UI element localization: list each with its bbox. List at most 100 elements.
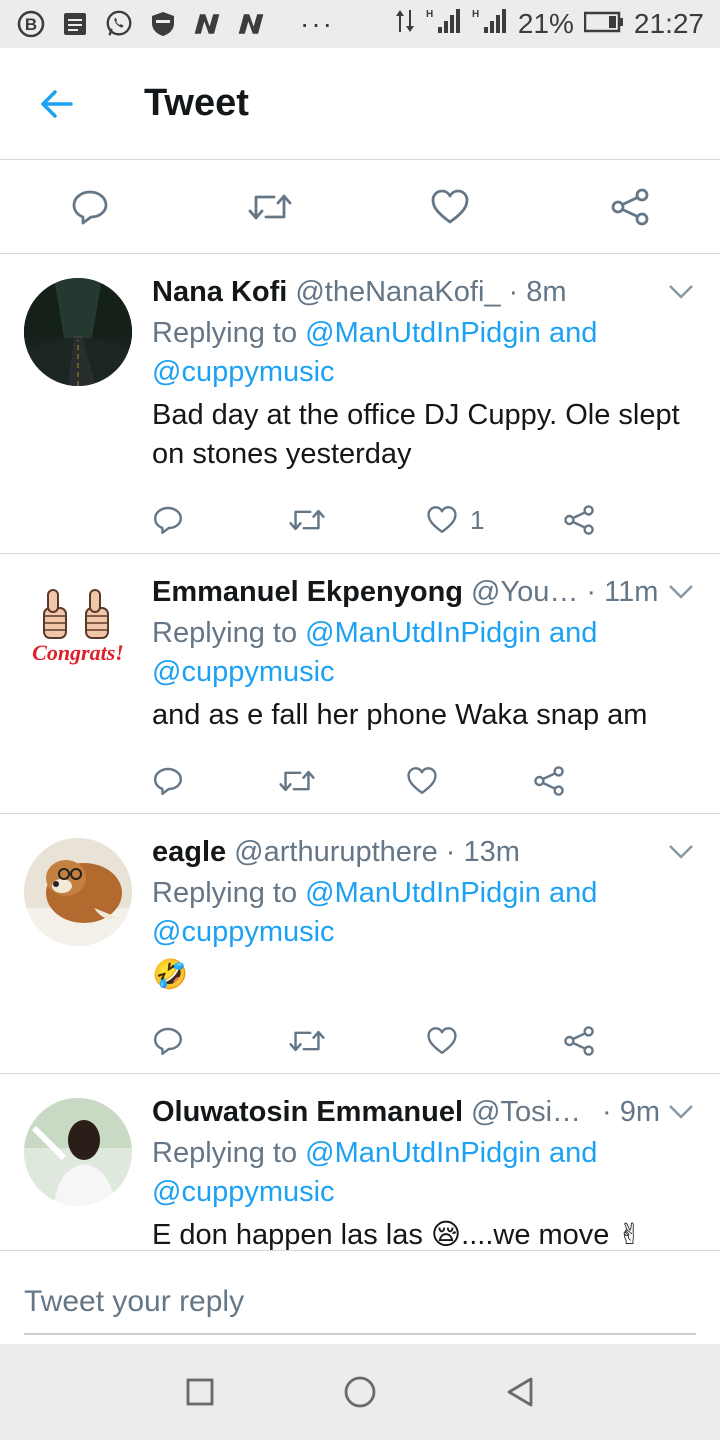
- arrow-left-icon: [41, 89, 73, 118]
- share-icon: [534, 766, 564, 796]
- clock: 21:27: [633, 8, 704, 39]
- tweet-time: · 11m: [586, 575, 659, 608]
- status-bar: B ··· H H 21% 21:27: [0, 0, 720, 48]
- svg-text:H: H: [472, 9, 479, 20]
- reply-tweet[interactable]: eagle @arthurupthere · 13m Replying to @…: [0, 814, 720, 1074]
- reply-composer: [0, 1250, 720, 1344]
- heart-icon: [407, 767, 437, 795]
- replying-to: Replying to @ManUtdInPidgin and @cuppymu…: [152, 614, 660, 692]
- share-icon: [611, 188, 649, 225]
- reply-tweet[interactable]: Nana Kofi @theNanaKofi_ · 8m Replying to…: [0, 254, 720, 554]
- tweet-time: · 8m: [508, 275, 567, 308]
- system-nav-bar: [0, 1344, 720, 1440]
- reply-button[interactable]: [0, 160, 180, 254]
- author-handle: @arthurupthere: [234, 835, 438, 868]
- share-button[interactable]: [563, 1025, 700, 1057]
- share-button[interactable]: [540, 160, 720, 254]
- top-bar: Tweet: [0, 48, 720, 160]
- author-handle: @Tosin…: [471, 1095, 594, 1128]
- battery-icon: [583, 8, 624, 40]
- retweet-icon: [289, 509, 325, 531]
- replying-prefix: Replying to: [152, 617, 298, 649]
- avatar[interactable]: [24, 1098, 132, 1206]
- page-title: Tweet: [144, 82, 249, 124]
- author-name: eagle: [152, 835, 227, 868]
- reply-tweet[interactable]: Oluwatosin Emmanuel @Tosin… · 9m Replyin…: [0, 1074, 720, 1250]
- replying-to: Replying to @ManUtdInPidgin and @cuppymu…: [152, 1134, 660, 1212]
- reply-icon: [154, 1027, 182, 1055]
- chevron-down-icon[interactable]: [668, 284, 694, 305]
- whatsapp-icon: [104, 9, 134, 39]
- retweet-icon: [289, 1030, 325, 1052]
- reply-icon: [154, 767, 182, 795]
- tweet-text: E don happen las las 😪....we move ✌: [152, 1219, 642, 1250]
- retweet-button[interactable]: [180, 160, 360, 254]
- author-handle: @theNanaKofi_: [295, 275, 501, 308]
- reply-tweet[interactable]: Congrats! Emmanuel Ekpenyong @You… · 11m…: [0, 554, 720, 814]
- share-button[interactable]: [533, 765, 660, 797]
- chevron-down-icon[interactable]: [668, 584, 694, 605]
- share-button[interactable]: [563, 504, 700, 536]
- reply-button[interactable]: [152, 765, 279, 797]
- avatar[interactable]: Congrats!: [24, 578, 132, 686]
- recents-square-icon: [186, 1378, 214, 1406]
- share-icon: [564, 505, 594, 535]
- like-button[interactable]: 1: [426, 505, 563, 536]
- retweet-icon: [279, 770, 315, 792]
- reply-button[interactable]: [152, 504, 289, 536]
- chevron-down-icon[interactable]: [668, 1104, 694, 1125]
- replies-list: Nana Kofi @theNanaKofi_ · 8m Replying to…: [0, 254, 720, 1250]
- author-name: Nana Kofi: [152, 275, 288, 308]
- avatar[interactable]: [24, 838, 132, 946]
- replying-prefix: Replying to: [152, 1137, 298, 1169]
- heart-icon: [427, 1027, 457, 1055]
- share-icon: [564, 1026, 594, 1056]
- message-icon: [60, 9, 90, 39]
- main-tweet-actions: [0, 160, 720, 254]
- data-arrows-icon: [394, 8, 416, 41]
- like-button[interactable]: [360, 160, 540, 254]
- retweet-icon: [248, 194, 292, 219]
- like-button[interactable]: [426, 1026, 563, 1056]
- retweet-button[interactable]: [289, 505, 426, 535]
- svg-text:H: H: [426, 9, 433, 20]
- author-name: Emmanuel Ekpenyong: [152, 575, 464, 608]
- author-name: Oluwatosin Emmanuel: [152, 1095, 463, 1128]
- heart-icon: [431, 189, 469, 223]
- avatar-text: Congrats!: [32, 640, 124, 665]
- signal-icon: H: [472, 7, 508, 42]
- chevron-down-icon[interactable]: [668, 844, 694, 865]
- author-handle: @You…: [471, 575, 579, 608]
- recents-button[interactable]: [170, 1362, 230, 1422]
- tweet-text: Bad day at the office DJ Cuppy. Ole slep…: [152, 399, 680, 470]
- avatar[interactable]: [24, 278, 132, 386]
- like-button[interactable]: [406, 766, 533, 796]
- n-icon: [236, 9, 266, 39]
- reply-icon: [72, 190, 108, 224]
- retweet-button[interactable]: [289, 1026, 426, 1056]
- reply-icon: [154, 506, 182, 534]
- back-triangle-icon: [507, 1377, 533, 1407]
- reply-input[interactable]: [24, 1271, 696, 1335]
- replying-to: Replying to @ManUtdInPidgin and @cuppymu…: [152, 874, 700, 952]
- back-button[interactable]: [0, 48, 112, 160]
- tweet-time: · 13m: [445, 835, 520, 868]
- tweet-text: 🤣: [152, 959, 189, 991]
- tweet-time: · 9m: [602, 1095, 660, 1128]
- back-nav-button[interactable]: [490, 1362, 550, 1422]
- home-circle-icon: [344, 1376, 376, 1408]
- signal-icon: H: [426, 7, 462, 42]
- heart-icon: [427, 506, 457, 534]
- b-icon: B: [16, 9, 46, 39]
- tweet-actions: 1: [152, 474, 700, 566]
- n-icon: [192, 9, 222, 39]
- svg-text:B: B: [25, 15, 37, 34]
- tweet-text: and as e fall her phone Waka snap am: [152, 699, 648, 731]
- battery-percent: 21%: [517, 8, 574, 39]
- more-notifications: ···: [300, 8, 334, 39]
- reply-button[interactable]: [152, 1025, 289, 1057]
- home-button[interactable]: [330, 1362, 390, 1422]
- replying-prefix: Replying to: [152, 317, 298, 349]
- retweet-button[interactable]: [279, 766, 406, 796]
- like-count: 1: [470, 504, 485, 535]
